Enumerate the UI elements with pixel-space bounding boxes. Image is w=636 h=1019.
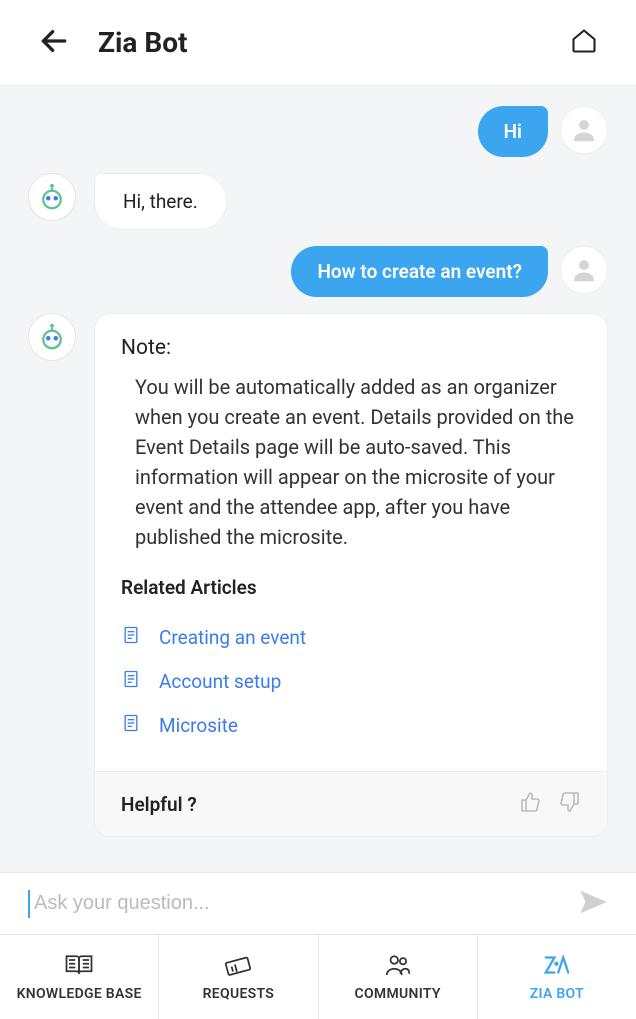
message-input[interactable] (28, 890, 566, 918)
bot-avatar (28, 313, 76, 361)
send-button[interactable] (578, 887, 608, 921)
back-button[interactable] (38, 25, 70, 61)
related-article-link[interactable]: Account setup (121, 659, 581, 703)
nav-label: KNOWLEDGE BASE (17, 986, 142, 1002)
message-row-bot: Hi, there. (28, 173, 608, 230)
page-title: Zia Bot (98, 26, 188, 59)
message-row-bot: Note: You will be automatically added as… (28, 313, 608, 837)
article-label: Creating an event (159, 626, 306, 649)
bot-avatar (28, 173, 76, 221)
nav-community[interactable]: COMMUNITY (318, 935, 477, 1019)
nav-label: COMMUNITY (354, 986, 440, 1002)
chat-area: Hi Hi, there. How to create an event? No… (0, 86, 636, 872)
article-label: Microsite (159, 714, 238, 737)
nav-label: ZIA BOT (530, 986, 584, 1002)
thumbs-up-button[interactable] (519, 790, 543, 818)
message-row-user: Hi (28, 106, 608, 157)
user-avatar (560, 106, 608, 154)
bot-note-card: Note: You will be automatically added as… (94, 313, 608, 837)
nav-requests[interactable]: REQUESTS (158, 935, 317, 1019)
helpful-label: Helpful ? (121, 793, 197, 816)
message-row-user: How to create an event? (28, 246, 608, 297)
app-header: Zia Bot (0, 0, 636, 86)
nav-knowledge-base[interactable]: KNOWLEDGE BASE (0, 935, 158, 1019)
nav-zia-bot[interactable]: ZIA BOT (477, 935, 636, 1019)
user-message-bubble: Hi (478, 106, 548, 157)
related-article-link[interactable]: Creating an event (121, 615, 581, 659)
helpful-bar: Helpful ? (95, 771, 607, 836)
article-label: Account setup (159, 670, 281, 693)
document-icon (121, 625, 141, 649)
related-article-link[interactable]: Microsite (121, 703, 581, 747)
thumbs-down-button[interactable] (557, 790, 581, 818)
bottom-nav: KNOWLEDGE BASE REQUESTS COMMUNITY ZIA BO… (0, 935, 636, 1019)
note-body-text: You will be automatically added as an or… (121, 372, 581, 552)
user-message-bubble: How to create an event? (291, 246, 548, 297)
document-icon (121, 713, 141, 737)
home-button[interactable] (570, 27, 598, 59)
message-input-bar (0, 872, 636, 935)
user-avatar (560, 246, 608, 294)
related-articles-title: Related Articles (121, 576, 581, 599)
bot-message-bubble: Hi, there. (94, 173, 227, 230)
note-title: Note: (121, 336, 581, 360)
document-icon (121, 669, 141, 693)
nav-label: REQUESTS (203, 986, 275, 1002)
